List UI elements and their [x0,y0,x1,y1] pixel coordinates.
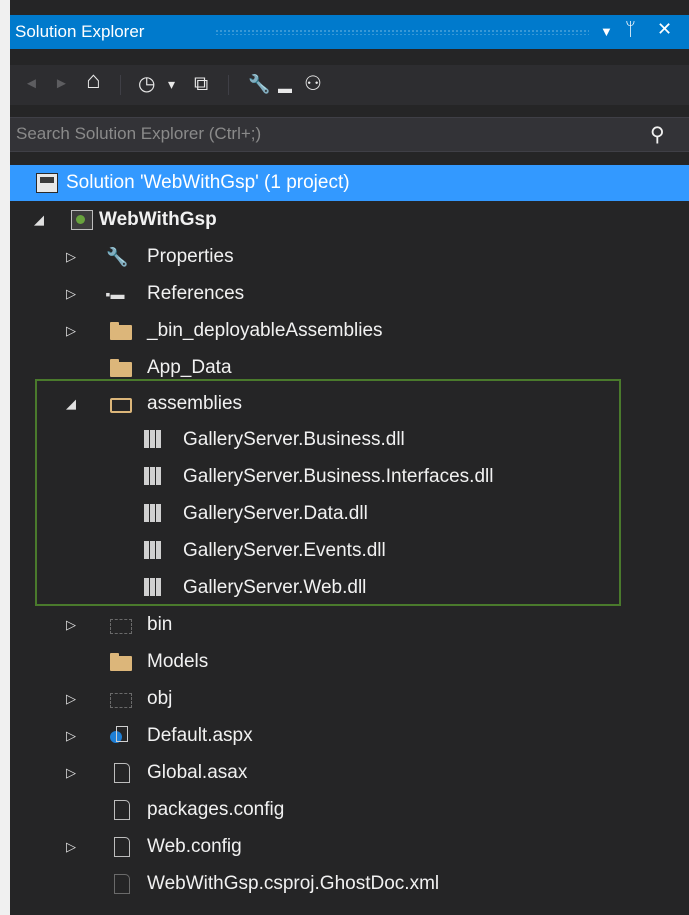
tree-item-label: bin [147,614,173,635]
tree-item-bin-deployable[interactable]: ▷ _bin_deployableAssemblies [10,313,689,349]
tree-item-label: assemblies [147,393,243,414]
history-icon[interactable]: ◷ [138,73,155,95]
hide-icon[interactable]: ▬ [278,77,292,99]
home-icon[interactable]: ⌂ [86,69,101,93]
assembly-icon [144,467,166,487]
tree-item-ghostdoc[interactable]: WebWithGsp.csproj.GhostDoc.xml [10,866,689,902]
folder-icon [110,653,132,671]
tree-item-label: GalleryServer.Business.Interfaces.dll [183,466,494,487]
solution-icon [36,173,58,193]
toolbar-separator [228,75,229,95]
tree-item-label: WebWithGsp [99,209,217,230]
expanded-arrow-icon[interactable]: ◢ [64,386,78,422]
collapsed-arrow-icon[interactable]: ▷ [64,755,78,791]
tree-item-web-config[interactable]: ▷ Web.config [10,829,689,865]
open-folder-icon [110,398,132,413]
tree-item-default-aspx[interactable]: ▷ Default.aspx [10,718,689,754]
tree-item-packages-config[interactable]: packages.config [10,792,689,828]
tree-item-label: obj [147,688,173,709]
collapsed-arrow-icon[interactable]: ▷ [64,681,78,717]
file-icon [114,874,130,894]
tree-item-references[interactable]: ▷ ▪▬ References [10,276,689,312]
title-grip[interactable] [215,29,589,35]
tree-item-dll[interactable]: GalleryServer.Web.dll [10,570,689,606]
web-form-icon [110,726,128,746]
collapsed-arrow-icon[interactable]: ▷ [64,718,78,754]
hidden-folder-icon [110,619,132,634]
assembly-icon [144,578,166,598]
tree-item-label: Global.asax [147,762,248,783]
tree-item-bin[interactable]: ▷ bin [10,607,689,643]
search-icon[interactable]: ⚲ [650,122,665,147]
tree-item-label: References [147,283,245,304]
search-bar: ⚲ [10,117,689,152]
expanded-arrow-icon[interactable]: ◢ [32,202,46,238]
tree-item-properties[interactable]: ▷ 🔧 Properties [10,239,689,275]
assembly-icon [144,504,166,524]
tree-item-global-asax[interactable]: ▷ Global.asax [10,755,689,791]
chevron-down-icon[interactable]: ▾ [168,73,175,95]
collapsed-arrow-icon[interactable]: ▷ [64,239,78,275]
folder-icon [110,359,132,377]
toolbar-separator [120,75,121,95]
global-application-icon [114,763,130,783]
config-file-icon [114,800,130,820]
collapse-all-icon[interactable]: ⧉ [194,73,208,95]
config-file-icon [114,837,130,857]
tree-item-models[interactable]: Models [10,644,689,680]
hidden-folder-icon [110,693,132,708]
toolbar: ◄ ► ⌂ ◷ ▾ ⧉ 🔧 ▬ ⚇ [10,65,689,105]
tree-item-obj[interactable]: ▷ obj [10,681,689,717]
window-position-dropdown-icon[interactable]: ▼ [600,24,613,39]
title-bar: Solution Explorer ▼ ᛘ ✕ [10,15,689,49]
search-input[interactable] [16,121,636,147]
tree-item-label: GalleryServer.Web.dll [183,577,367,598]
auto-hide-pin-icon[interactable]: ᛘ [625,19,636,40]
collapsed-arrow-icon[interactable]: ▷ [64,607,78,643]
assembly-icon [144,541,166,561]
collapsed-arrow-icon[interactable]: ▷ [64,276,78,312]
references-icon: ▪▬ [105,286,125,302]
tree-item-label: Solution 'WebWithGsp' (1 project) [66,172,350,193]
solution-explorer-panel: Solution Explorer ▼ ᛘ ✕ ◄ ► ⌂ ◷ ▾ ⧉ 🔧 ▬ … [10,0,689,915]
tree-item-label: packages.config [147,799,285,820]
folder-icon [110,322,132,340]
tree-item-dll[interactable]: GalleryServer.Data.dll [10,496,689,532]
collapsed-arrow-icon[interactable]: ▷ [64,829,78,865]
tree-item-assemblies[interactable]: ◢ assemblies [10,386,689,422]
back-icon[interactable]: ◄ [24,73,39,95]
wrench-icon: 🔧 [106,247,129,267]
web-project-icon [71,210,93,230]
panel-title: Solution Explorer [15,22,145,41]
forward-icon[interactable]: ► [54,73,69,95]
collapsed-arrow-icon[interactable]: ▷ [64,313,78,349]
tree-item-label: GalleryServer.Business.dll [183,429,405,450]
tree-item-dll[interactable]: GalleryServer.Events.dll [10,533,689,569]
tree-item-dll[interactable]: GalleryServer.Business.Interfaces.dll [10,459,689,495]
close-icon[interactable]: ✕ [657,19,672,40]
properties-wrench-icon[interactable]: 🔧 [248,73,270,95]
tree-item-label: _bin_deployableAssemblies [147,320,383,341]
tree-item-dll[interactable]: GalleryServer.Business.dll [10,422,689,458]
tree-item-label: Default.aspx [147,725,253,746]
view-class-diagram-icon[interactable]: ⚇ [304,73,322,95]
tree-item-solution[interactable]: Solution 'WebWithGsp' (1 project) [10,165,689,201]
assembly-icon [144,430,166,450]
tree-item-label: Models [147,651,209,672]
tree-item-project[interactable]: ◢ WebWithGsp [10,202,689,238]
tree-item-label: WebWithGsp.csproj.GhostDoc.xml [147,873,440,894]
tree-item-label: GalleryServer.Events.dll [183,540,386,561]
tree-item-label: Properties [147,246,234,267]
tree-item-label: GalleryServer.Data.dll [183,503,368,524]
tree-item-label: Web.config [147,836,242,857]
